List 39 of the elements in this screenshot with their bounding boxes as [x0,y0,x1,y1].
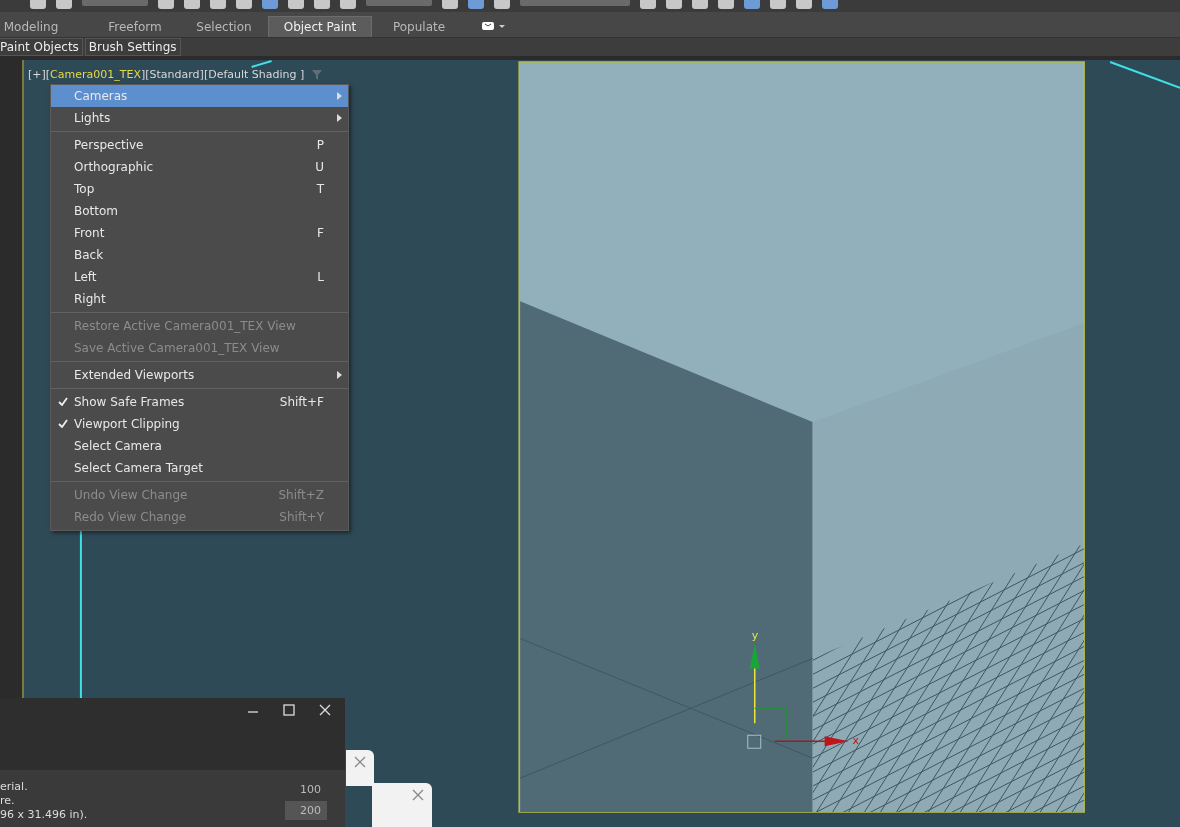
axis-label: y [751,629,759,643]
dialog-text: re. [0,794,16,808]
menu-item[interactable]: Bottom [51,200,348,222]
value-field[interactable]: 100 [285,780,327,799]
menu-item[interactable]: Select Camera Target [51,457,348,479]
ribbon-tab[interactable]: Populate [376,16,462,37]
viewport-label[interactable]: ][Standard][Default Shading ] [140,68,305,81]
axis-label: x [852,734,860,748]
maximize-icon[interactable] [283,704,295,716]
ribbon-tab[interactable]: Freeform [82,16,188,37]
sub-tab[interactable]: Brush Settings [84,38,181,56]
viewport-label[interactable]: [+][ [28,68,51,81]
menu-item[interactable]: Perspective P [51,134,348,156]
ribbon-tab[interactable]: Selection [188,16,260,37]
menu-item[interactable]: Viewport Clipping [51,413,348,435]
menu-item[interactable]: Extended Viewports [51,364,348,386]
filter-icon[interactable] [312,69,323,80]
menu-item[interactable]: Show Safe Frames Shift+F [51,391,348,413]
camera-label[interactable]: Camera001_TEX [50,68,141,81]
menu-item[interactable]: Select Camera [51,435,348,457]
menu-item[interactable]: Right [51,288,348,310]
menu-item[interactable]: Left L [51,266,348,288]
menu-item[interactable]: Orthographic U [51,156,348,178]
ribbon-tab[interactable]: Object Paint [268,16,372,37]
sub-tab[interactable]: Paint Objects [0,38,83,56]
camera-guide-line [250,60,273,68]
menu-item[interactable]: Front F [51,222,348,244]
dialog-text: 96 x 31.496 in). [0,808,88,822]
ribbon-tab[interactable]: Modeling [0,16,62,37]
menu-item[interactable]: Back [51,244,348,266]
toolbar-field[interactable] [82,0,148,6]
value-field[interactable]: 200 [285,801,327,820]
menu-item[interactable]: Top T [51,178,348,200]
toolbar-field[interactable] [366,0,432,6]
toolbar-field[interactable] [520,0,630,6]
dropdown-icon[interactable] [482,21,508,31]
dialog-text: erial. [0,780,29,794]
menu-item[interactable]: Lights [51,107,348,129]
camera-guide-line [1109,61,1180,89]
